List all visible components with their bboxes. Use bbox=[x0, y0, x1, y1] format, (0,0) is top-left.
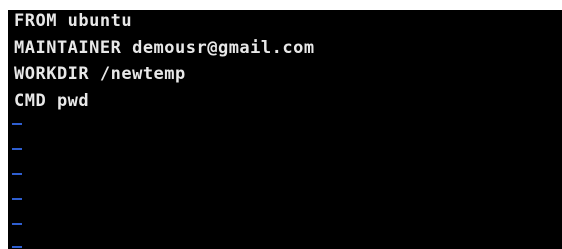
empty-line-marker-icon bbox=[12, 246, 22, 248]
empty-line-marker-icon bbox=[12, 173, 22, 175]
empty-line-marker-icon bbox=[12, 123, 22, 125]
dockerfile-line-from: FROM ubuntu bbox=[14, 11, 133, 31]
terminal-window[interactable]: FROM ubuntu MAINTAINER demousr@gmail.com… bbox=[8, 10, 562, 249]
empty-line-marker-icon bbox=[12, 148, 22, 150]
dockerfile-line-cmd: CMD pwd bbox=[14, 91, 90, 111]
dockerfile-line-workdir: WORKDIR /newtemp bbox=[14, 64, 186, 84]
dockerfile-line-maintainer: MAINTAINER demousr@gmail.com bbox=[14, 38, 315, 58]
empty-line-marker-icon bbox=[12, 223, 22, 225]
empty-line-marker-icon bbox=[12, 198, 22, 200]
